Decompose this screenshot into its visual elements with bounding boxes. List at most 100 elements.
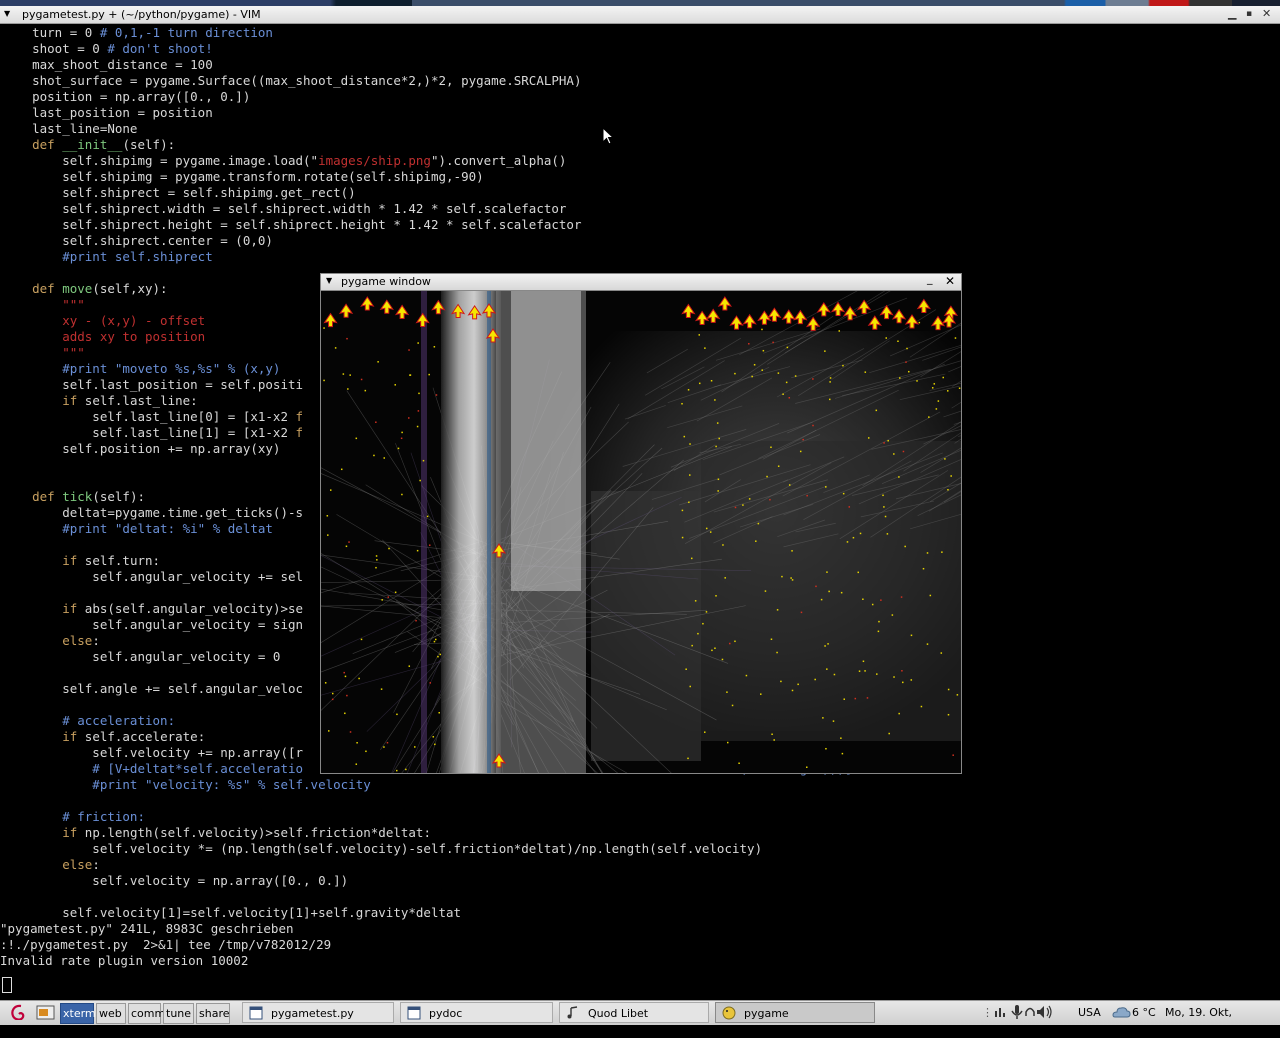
vim-titlebar[interactable]: ▼ pygametest.py + (~/python/pygame) - VI… xyxy=(0,6,1280,24)
debian-swirl-icon[interactable] xyxy=(8,1003,30,1020)
particle xyxy=(355,763,358,765)
pygame-window[interactable]: ▼ pygame window _ ✕ xyxy=(320,273,962,774)
code-line[interactable]: self.shiprect.center = (0,0) xyxy=(2,233,273,249)
code-line[interactable]: else: xyxy=(2,857,100,873)
network-icon[interactable] xyxy=(994,1005,1008,1022)
run-dialog-icon[interactable] xyxy=(36,1004,56,1021)
code-token: self.angle += self.angular_veloc xyxy=(2,681,304,696)
particle xyxy=(345,545,348,548)
code-line[interactable]: if self.last_line: xyxy=(2,393,197,409)
particle xyxy=(417,342,419,344)
close-icon[interactable]: ✕ xyxy=(945,274,955,288)
code-line[interactable]: self.angular_velocity += sel xyxy=(2,569,303,585)
keyboard-layout[interactable]: USA xyxy=(1078,1004,1101,1021)
task-quod-libet[interactable]: Quod Libet xyxy=(559,1002,709,1023)
particle xyxy=(344,675,347,678)
code-token: self.angular_velocity += sel xyxy=(2,569,304,584)
code-line[interactable]: xy - (x,y) - offset xyxy=(2,313,205,329)
code-line[interactable]: if abs(self.angular_velocity)>se xyxy=(2,601,303,617)
window-menu-icon[interactable]: ▼ xyxy=(4,9,10,18)
code-line[interactable]: self.angle += self.angular_veloc xyxy=(2,681,303,697)
code-line[interactable]: if self.accelerate: xyxy=(2,729,205,745)
code-line[interactable]: #print "velocity: %s" % self.velocity xyxy=(2,777,370,793)
code-token: : xyxy=(92,857,100,872)
code-line[interactable]: def tick(self): xyxy=(2,489,145,505)
code-line[interactable]: """ xyxy=(2,297,85,313)
code-line[interactable]: shot_surface = pygame.Surface((max_shoot… xyxy=(2,73,581,89)
code-line[interactable]: self.shipimg = pygame.transform.rotate(s… xyxy=(2,169,483,185)
code-line[interactable]: shoot = 0 # don't shoot! xyxy=(2,41,213,57)
pygame-window-title: pygame window xyxy=(341,275,431,288)
particle xyxy=(428,544,431,546)
particle xyxy=(323,327,325,329)
task-pygametest-py[interactable]: pygametest.py xyxy=(242,1002,394,1023)
code-line[interactable]: deltat=pygame.time.get_ticks()-s xyxy=(2,505,303,521)
code-line[interactable]: # acceleration: xyxy=(2,713,175,729)
code-line[interactable]: self.position += np.array(xy) xyxy=(2,441,280,457)
particle xyxy=(898,712,900,715)
weather-cloud-icon[interactable] xyxy=(1111,1005,1131,1022)
code-line[interactable]: adds xy to position xyxy=(2,329,205,345)
maximize-icon[interactable]: ▪ xyxy=(1246,9,1252,19)
code-line[interactable]: self.last_line[1] = [x1-x2 f xyxy=(2,425,303,441)
code-line[interactable]: self.velocity *= (np.length(self.velocit… xyxy=(2,841,762,857)
particle xyxy=(877,630,880,633)
headphones-icon[interactable] xyxy=(1024,1004,1036,1021)
code-line[interactable]: self.velocity += np.array([r xyxy=(2,745,303,761)
particle xyxy=(687,389,690,391)
particle xyxy=(904,545,906,548)
window-menu-icon[interactable]: ▼ xyxy=(326,276,332,285)
minimize-icon[interactable]: ▁ xyxy=(1228,7,1236,20)
workspace-share[interactable]: share xyxy=(196,1003,230,1024)
code-line[interactable]: def move(self,xy): xyxy=(2,281,167,297)
task-pydoc[interactable]: pydoc xyxy=(400,1002,553,1023)
code-line[interactable]: #print "deltat: %i" % deltat xyxy=(2,521,273,537)
workspace-web[interactable]: web xyxy=(96,1003,126,1024)
music-note-icon xyxy=(567,1006,578,1019)
code-line[interactable]: self.last_position = self.positi xyxy=(2,377,303,393)
weather-temperature[interactable]: 6 °C xyxy=(1132,1004,1156,1021)
code-line[interactable]: self.shiprect.width = self.shiprect.widt… xyxy=(2,201,566,217)
code-token: tick xyxy=(62,489,93,504)
code-line[interactable]: #print "moveto %s,%s" % (x,y) xyxy=(2,361,280,377)
code-line[interactable]: self.last_line[0] = [x1-x2 f xyxy=(2,409,303,425)
code-line[interactable]: def __init__(self): xyxy=(2,137,175,153)
particle xyxy=(709,531,712,533)
close-icon[interactable]: ✕ xyxy=(1262,7,1271,20)
particle xyxy=(906,347,908,350)
code-line[interactable]: last_position = position xyxy=(2,105,213,121)
code-line[interactable]: if np.length(self.velocity)>self.frictio… xyxy=(2,825,431,841)
code-line[interactable]: #print self.shiprect xyxy=(2,249,213,265)
code-line[interactable]: self.shiprect = self.shipimg.get_rect() xyxy=(2,185,356,201)
pygame-titlebar[interactable]: ▼ pygame window _ ✕ xyxy=(321,274,961,291)
code-line[interactable]: self.shiprect.height = self.shiprect.hei… xyxy=(2,217,581,233)
code-token: max_shoot_distance = 100 xyxy=(2,57,213,72)
clock[interactable]: Mo, 19. Okt, 23:26:38 xyxy=(1165,1004,1280,1036)
code-line[interactable]: # friction: xyxy=(2,809,145,825)
code-line[interactable]: last_line=None xyxy=(2,121,137,137)
code-line[interactable]: self.shipimg = pygame.image.load("images… xyxy=(2,153,566,169)
volume-icon[interactable] xyxy=(1036,1004,1054,1021)
code-line[interactable]: self.velocity = np.array([0., 0.]) xyxy=(2,873,348,889)
workspace-xterm[interactable]: xterm xyxy=(60,1003,96,1024)
workspace-tune[interactable]: tune xyxy=(163,1003,194,1024)
particle xyxy=(383,746,385,748)
code-line[interactable]: if self.turn: xyxy=(2,553,160,569)
particle xyxy=(876,673,878,675)
particle xyxy=(838,330,841,332)
code-line[interactable]: max_shoot_distance = 100 xyxy=(2,57,213,73)
particle xyxy=(884,515,887,518)
microphone-icon[interactable] xyxy=(1010,1004,1024,1021)
code-line[interactable]: else: xyxy=(2,633,100,649)
task-pygame[interactable]: pygame xyxy=(715,1002,875,1023)
code-line[interactable]: self.angular_velocity = 0 xyxy=(2,649,280,665)
particle xyxy=(928,416,930,418)
workspace-comm[interactable]: comm xyxy=(128,1003,165,1024)
code-line[interactable]: """ xyxy=(2,345,85,361)
code-line[interactable]: position = np.array([0., 0.]) xyxy=(2,89,250,105)
code-line[interactable]: turn = 0 # 0,1,-1 turn direction xyxy=(2,25,273,41)
minimize-icon[interactable]: _ xyxy=(927,274,933,285)
code-token: position = np.array([0., 0.]) xyxy=(2,89,251,104)
code-line[interactable]: self.velocity[1]=self.velocity[1]+self.g… xyxy=(2,905,461,921)
game-canvas[interactable] xyxy=(321,291,961,773)
